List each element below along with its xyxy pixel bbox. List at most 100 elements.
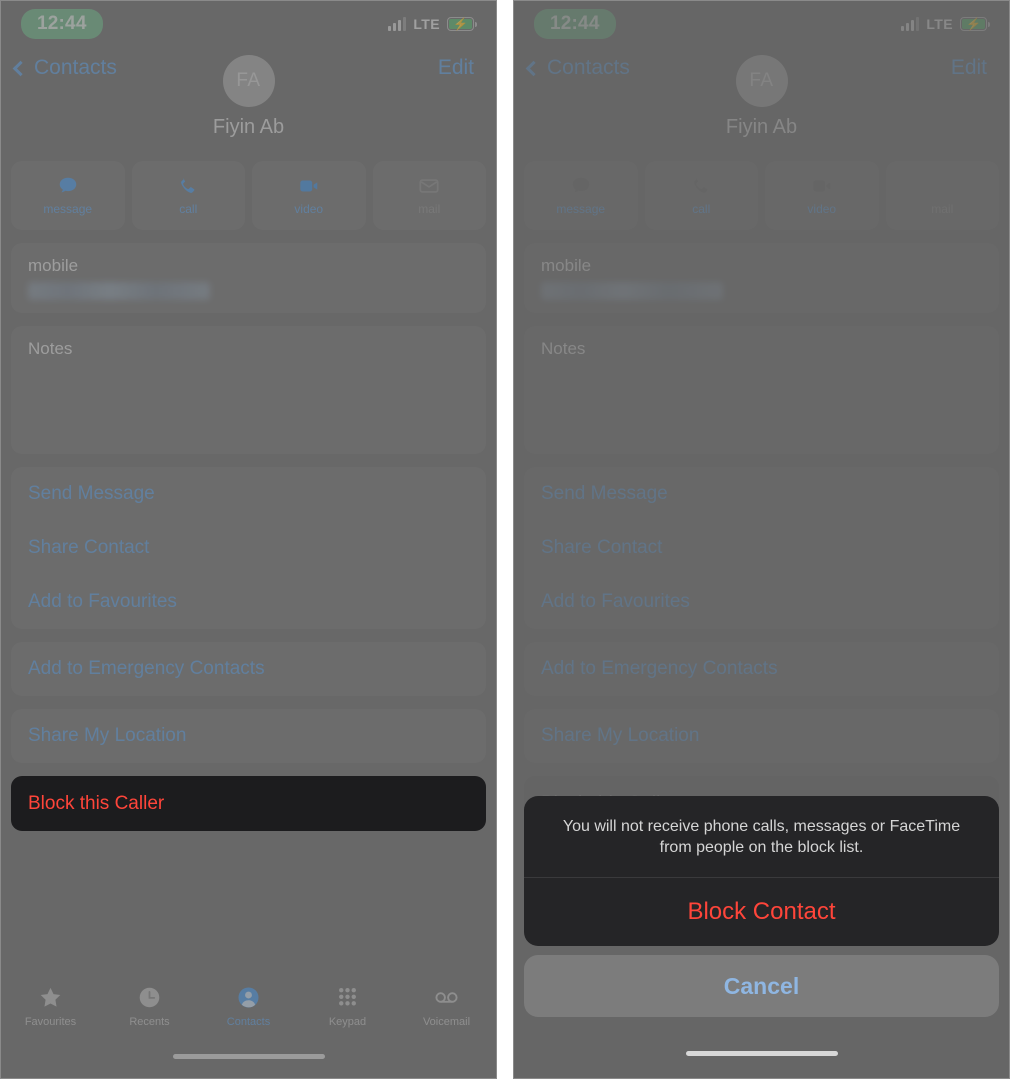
quick-action-message[interactable]: message [11,161,125,230]
battery-charging-icon: ⚡ [447,17,478,31]
tab-keypad[interactable]: Keypad [298,984,397,1028]
status-bar: 12:44 LTE ⚡ [514,1,1009,47]
back-label: Contacts [34,56,117,79]
home-indicator[interactable] [685,1051,838,1056]
message-bubble-icon [568,175,594,197]
envelope-icon [416,175,442,197]
contact-detail-content: message call video mail mobile Notes Sen… [1,161,496,831]
tab-label: Contacts [226,1016,271,1028]
message-bubble-icon [55,175,81,197]
action-send-message[interactable]: Send Message [541,467,982,521]
quick-action-label: call [692,202,711,216]
battery-charging-icon: ⚡ [960,17,991,31]
phone-field-card[interactable]: mobile [524,243,999,313]
notes-card[interactable]: Notes [524,326,999,454]
action-add-to-emergency-contacts[interactable]: Add to Emergency Contacts [28,642,469,696]
notes-card[interactable]: Notes [11,326,486,454]
voicemail-icon [434,984,460,1010]
contact-detail-content: message call video mail mobile Notes Sen… [514,161,1009,831]
action-sheet-message: You will not receive phone calls, messag… [524,796,999,878]
video-camera-icon [296,175,322,197]
tab-recents[interactable]: Recents [100,984,199,1028]
phone-handset-icon [175,175,201,197]
video-camera-icon [809,175,835,197]
cancel-button[interactable]: Cancel [524,955,999,1017]
edit-button[interactable]: Edit [438,56,474,80]
phone-label: mobile [28,256,79,275]
tab-label: Keypad [328,1016,367,1028]
tab-label: Recents [129,1016,170,1028]
block-this-caller-button[interactable]: Block this Caller [11,776,486,831]
action-group-location: Share My Location [524,709,999,763]
quick-action-label: message [43,202,93,216]
action-share-contact[interactable]: Share Contact [28,521,469,575]
action-group-emergency: Add to Emergency Contacts [524,642,999,696]
signal-bars-icon [901,17,920,31]
chevron-left-icon [12,60,29,76]
tab-favourites[interactable]: Favourites [1,984,100,1028]
quick-action-mail[interactable]: mail [372,161,486,230]
back-to-contacts-button[interactable]: Contacts [525,56,630,80]
tab-bar: Favourites Recents Contacts Keypad Voice… [1,974,496,1078]
action-add-to-favourites[interactable]: Add to Favourites [541,575,982,629]
home-indicator[interactable] [172,1054,325,1059]
network-type-label: LTE [413,16,440,32]
network-type-label: LTE [926,16,953,32]
quick-action-label: message [556,202,606,216]
phone-field-card[interactable]: mobile [11,243,486,313]
quick-actions-row: message call video mail [524,161,999,230]
action-group-primary: Send Message Share Contact Add to Favour… [524,467,999,629]
status-indicators: LTE ⚡ [388,16,478,32]
action-share-my-location[interactable]: Share My Location [28,709,469,763]
quick-action-message[interactable]: message [524,161,638,230]
quick-action-call[interactable]: call [644,161,758,230]
action-send-message[interactable]: Send Message [28,467,469,521]
action-group-primary: Send Message Share Contact Add to Favour… [11,467,486,629]
action-group-location: Share My Location [11,709,486,763]
back-to-contacts-button[interactable]: Contacts [12,56,117,80]
phone-screen-after: 12:44 LTE ⚡ Contacts Edit FA Fiyin Ab me… [513,0,1010,1079]
action-add-to-emergency-contacts[interactable]: Add to Emergency Contacts [541,642,982,696]
nav-bar: Contacts Edit [1,47,496,89]
envelope-icon [929,175,955,197]
action-sheet-panel: You will not receive phone calls, messag… [524,795,999,946]
block-contact-button[interactable]: Block Contact [524,878,999,946]
keypad-dots-icon [335,984,361,1010]
star-icon [38,984,64,1010]
phone-number-redacted [541,282,723,300]
clock-icon [137,984,163,1010]
screenshot-stage: 12:44 LTE ⚡ Contacts Edit FA Fiyin Ab me… [0,0,1010,1079]
action-group-emergency: Add to Emergency Contacts [11,642,486,696]
quick-action-call[interactable]: call [131,161,245,230]
contact-name: Fiyin Ab [212,116,285,138]
notes-label: Notes [541,339,586,358]
quick-action-label: video [294,202,324,216]
phone-screen-before: 12:44 LTE ⚡ Contacts Edit FA Fiyin Ab me… [0,0,497,1079]
quick-action-video[interactable]: video [252,161,366,230]
status-bar: 12:44 LTE ⚡ [1,1,496,47]
quick-action-label: mail [418,202,441,216]
quick-action-mail[interactable]: mail [885,161,999,230]
action-share-contact[interactable]: Share Contact [541,521,982,575]
status-indicators: LTE ⚡ [901,16,991,32]
nav-bar: Contacts Edit [514,47,1009,89]
action-share-my-location[interactable]: Share My Location [541,709,982,763]
panel-divider [497,0,513,1079]
block-contact-action-sheet: You will not receive phone calls, messag… [524,795,999,1017]
tab-label: Favourites [24,1016,77,1028]
status-time: 12:44 [534,9,616,39]
quick-action-label: mail [931,202,954,216]
phone-number-redacted [28,282,210,300]
quick-action-video[interactable]: video [765,161,879,230]
tab-voicemail[interactable]: Voicemail [397,984,496,1028]
quick-action-label: video [807,202,837,216]
signal-bars-icon [388,17,407,31]
tab-contacts[interactable]: Contacts [199,984,298,1028]
person-circle-icon [236,984,262,1010]
action-add-to-favourites[interactable]: Add to Favourites [28,575,469,629]
phone-handset-icon [688,175,714,197]
quick-action-label: call [179,202,198,216]
edit-button[interactable]: Edit [951,56,987,80]
quick-actions-row: message call video mail [11,161,486,230]
tab-label: Voicemail [422,1016,471,1028]
